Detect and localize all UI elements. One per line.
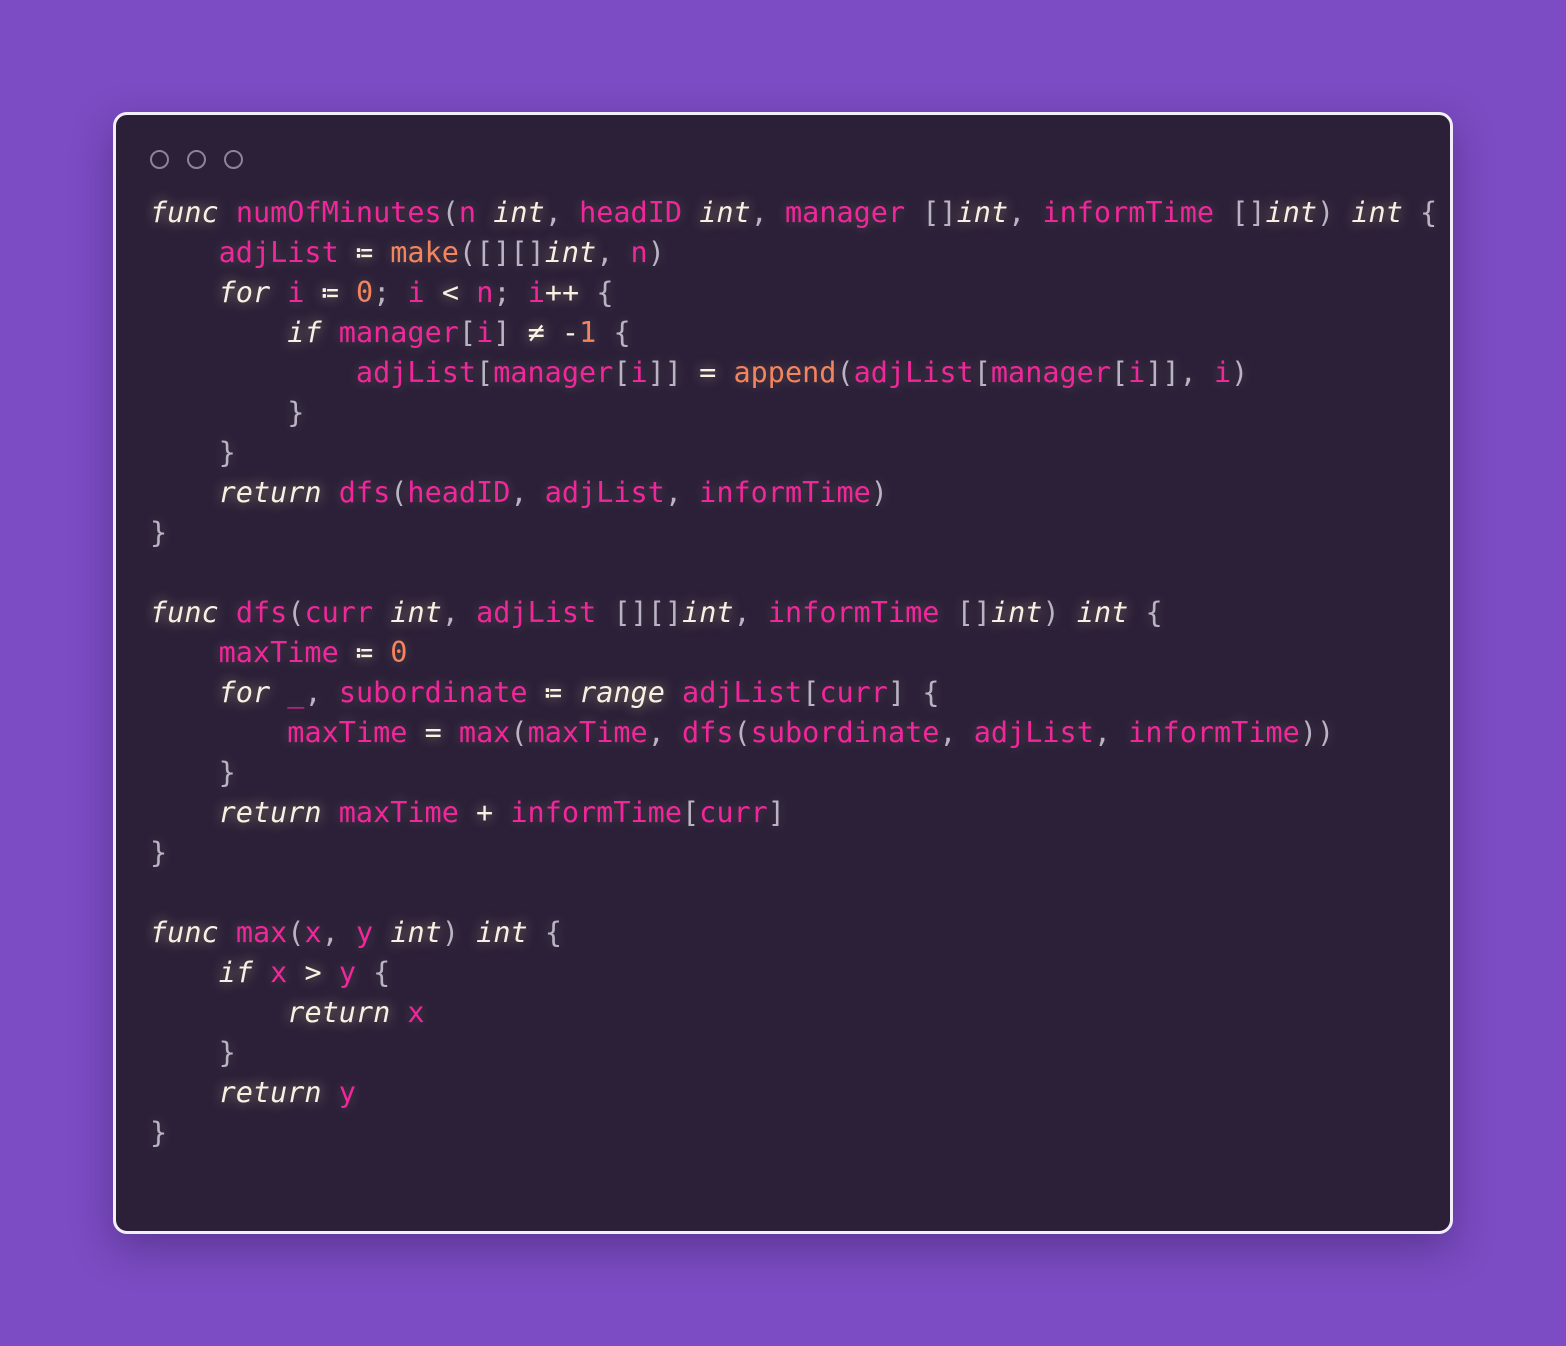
close-button-icon[interactable]	[150, 149, 169, 169]
code-line: func max(x, y int) int {	[150, 916, 562, 949]
code-line: return maxTime + informTime[curr]	[218, 796, 785, 829]
code-line: func dfs(curr int, adjList [][]int, info…	[150, 596, 1163, 629]
code-line: return x	[287, 996, 425, 1029]
code-line: if manager[i] ≠ -1 {	[287, 316, 631, 349]
window-titlebar	[116, 115, 1450, 193]
code-block[interactable]: func numOfMinutes(n int, headID int, man…	[150, 193, 1450, 1153]
minimize-button-icon[interactable]	[187, 149, 206, 169]
code-line: }	[218, 756, 236, 789]
code-line: }	[150, 516, 168, 549]
code-line: adjList[manager[i]] = append(adjList[man…	[355, 356, 1249, 389]
traffic-light-buttons	[150, 149, 243, 169]
code-line: maxTime = max(maxTime, dfs(subordinate, …	[287, 716, 1335, 749]
code-line: return y	[218, 1076, 356, 1109]
code-line: }	[150, 1116, 168, 1149]
code-line: for _, subordinate ≔ range adjList[curr]…	[218, 676, 940, 709]
code-line: maxTime ≔ 0	[218, 636, 408, 669]
code-area[interactable]: func numOfMinutes(n int, headID int, man…	[116, 193, 1450, 1153]
code-line: adjList ≔ make([][]int, n)	[218, 236, 665, 269]
code-line: }	[287, 396, 305, 429]
code-line: return dfs(headID, adjList, informTime)	[218, 476, 888, 509]
code-window: func numOfMinutes(n int, headID int, man…	[113, 112, 1453, 1234]
code-line: func numOfMinutes(n int, headID int, man…	[150, 196, 1438, 229]
code-line: if x > y {	[218, 956, 391, 989]
code-line: }	[218, 436, 236, 469]
code-line: }	[150, 836, 168, 869]
code-line: for i ≔ 0; i < n; i++ {	[218, 276, 614, 309]
zoom-button-icon[interactable]	[224, 149, 243, 169]
screenshot-stage: func numOfMinutes(n int, headID int, man…	[0, 0, 1566, 1346]
code-line: }	[218, 1036, 236, 1069]
